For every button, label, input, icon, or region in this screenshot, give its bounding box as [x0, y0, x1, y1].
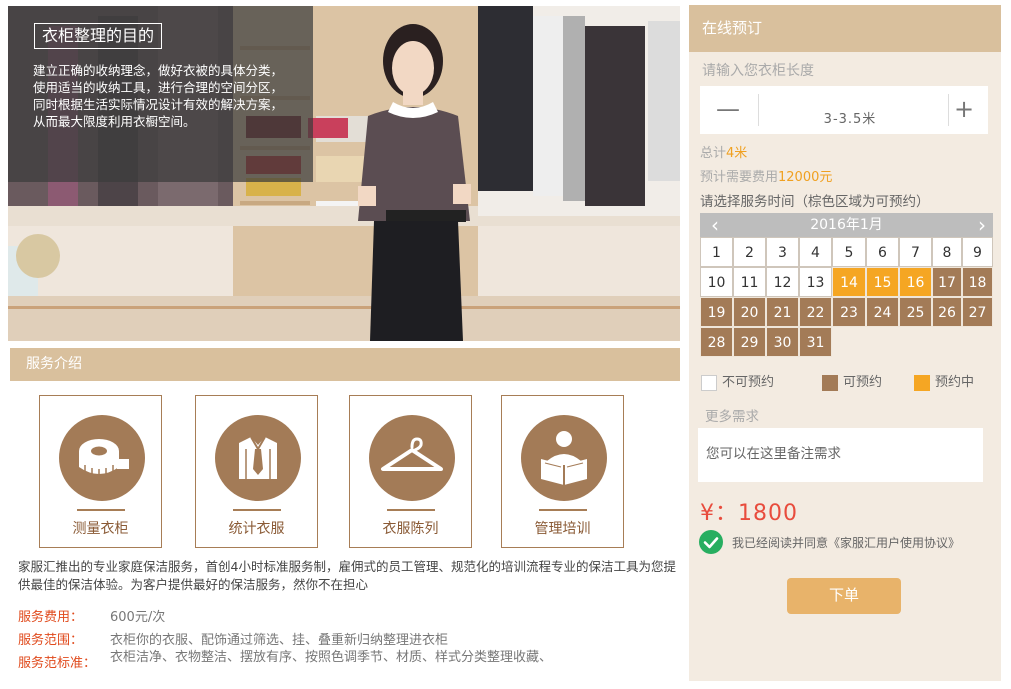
measuring-tape-icon: [59, 415, 145, 501]
calendar-day[interactable]: 3: [766, 237, 799, 267]
calendar-day[interactable]: 22: [799, 297, 832, 327]
service-divider: [387, 509, 435, 511]
legend-swatch-available: [822, 375, 838, 391]
service-standard-label: 服务范标准：: [18, 656, 97, 671]
calendar-month: 2016年1月: [810, 217, 883, 233]
total-price: ¥：1800: [700, 501, 798, 526]
calendar-day[interactable]: 25: [899, 297, 932, 327]
notes-input[interactable]: [698, 428, 983, 482]
calendar-day[interactable]: 24: [866, 297, 899, 327]
calendar-day[interactable]: 4: [799, 237, 832, 267]
total-value: 4米: [726, 146, 748, 161]
calendar-day[interactable]: 13: [799, 267, 832, 297]
hero-title: 衣柜整理的目的: [34, 23, 163, 49]
total-prefix: 总计: [700, 146, 727, 161]
calendar-day[interactable]: 9: [962, 237, 993, 267]
service-label-measure: 测量衣柜: [72, 521, 129, 537]
submit-order-button[interactable]: 下单: [787, 578, 901, 614]
calendar-day[interactable]: 19: [700, 297, 733, 327]
stepper-divider: [758, 94, 759, 126]
calendar-day[interactable]: 1: [700, 237, 733, 267]
calendar-day[interactable]: 2: [733, 237, 766, 267]
estimated-cost: 预计需要费用12000元: [700, 166, 832, 185]
calendar-day[interactable]: 18: [962, 267, 993, 297]
calendar-day[interactable]: 29: [733, 327, 766, 357]
service-scope-value: 衣柜你的衣服、配饰通过筛选、挂、叠重新归纳整理进衣柜: [110, 633, 449, 648]
check-circle-icon[interactable]: [699, 530, 723, 554]
calendar-day[interactable]: 12: [766, 267, 799, 297]
calendar-day[interactable]: 7: [899, 237, 932, 267]
legend-text-unavailable: 不可预约: [722, 375, 775, 390]
hanger-icon: [369, 415, 455, 501]
service-scope-label: 服务范围：: [18, 633, 84, 648]
hero-description: 建立正确的收纳理念，做好衣被的具体分类，使用适当的收纳工具，进行合理的空间分区，…: [33, 63, 284, 129]
calendar-day[interactable]: 17: [932, 267, 962, 297]
service-time-prompt: 请选择服务时间（棕色区域为可预约）: [700, 194, 930, 210]
calendar-day[interactable]: 16: [899, 267, 932, 297]
chevron-right-icon[interactable]: ›: [971, 213, 993, 237]
calendar-day[interactable]: 14: [832, 267, 866, 297]
service-fee-value: 600元/次: [110, 610, 166, 625]
service-standard-value: 衣柜洁净、衣物整洁、摆放有序、按照色调季节、材质、样式分类整理收藏、: [110, 650, 553, 665]
calendar-day[interactable]: 8: [932, 237, 962, 267]
cost-value: 12000元: [778, 170, 833, 185]
service-label-count: 统计衣服: [228, 521, 285, 537]
services-header: 服务介绍: [10, 348, 680, 381]
legend-text-booking: 预约中: [935, 375, 975, 390]
legend-swatch-booking: [914, 375, 930, 391]
cost-prefix: 预计需要费用: [700, 170, 779, 185]
total-length: 总计4米: [700, 142, 747, 161]
calendar-day[interactable]: 30: [766, 327, 799, 357]
calendar-day[interactable]: 27: [962, 297, 993, 327]
calendar-day[interactable]: 6: [866, 237, 899, 267]
agreement-text[interactable]: 我已经阅读并同意《家服汇用户使用协议》: [732, 534, 960, 551]
calendar-day[interactable]: 31: [799, 327, 832, 357]
length-value[interactable]: 3-3.5米: [760, 108, 940, 127]
increase-button[interactable]: +: [940, 86, 988, 134]
calendar-day[interactable]: 26: [932, 297, 962, 327]
length-prompt: 请输入您衣柜长度: [702, 63, 814, 79]
calendar-day[interactable]: 15: [866, 267, 899, 297]
calendar-day[interactable]: 23: [832, 297, 866, 327]
service-card-measure[interactable]: 测量衣柜: [39, 395, 162, 548]
service-divider: [77, 509, 125, 511]
booking-header: 在线预订: [689, 5, 1001, 52]
service-divider: [233, 509, 281, 511]
service-card-training[interactable]: 管理培训: [501, 395, 624, 548]
length-stepper: — 3-3.5米 +: [700, 86, 988, 134]
shirt-tie-icon: [215, 415, 301, 501]
calendar-day[interactable]: 21: [766, 297, 799, 327]
calendar-day[interactable]: 28: [700, 327, 733, 357]
calendar-nav: ‹ 2016年1月 ›: [700, 213, 993, 237]
hero-banner: 衣柜整理的目的 建立正确的收纳理念，做好衣被的具体分类，使用适当的收纳工具，进行…: [8, 6, 680, 341]
legend-text-available: 可预约: [843, 375, 883, 390]
reading-person-icon: [521, 415, 607, 501]
service-description: 家服汇推出的专业家庭保洁服务，首创4小时标准服务制，雇佣式的员工管理、规范化的培…: [18, 559, 676, 592]
service-label-display: 衣服陈列: [382, 521, 439, 537]
calendar-day[interactable]: 10: [700, 267, 733, 297]
more-needs-label: 更多需求: [705, 409, 759, 425]
calendar-day[interactable]: 5: [832, 237, 866, 267]
service-label-training: 管理培训: [534, 521, 591, 537]
legend-swatch-unavailable: [701, 375, 717, 391]
calendar-day[interactable]: 11: [733, 267, 766, 297]
calendar-day[interactable]: 20: [733, 297, 766, 327]
service-fee-label: 服务费用：: [18, 610, 84, 625]
service-card-display[interactable]: 衣服陈列: [349, 395, 472, 548]
booking-panel: 在线预订 请输入您衣柜长度 — 3-3.5米 + 总计4米 预计需要费用1200…: [689, 5, 1001, 681]
service-divider: [539, 509, 587, 511]
decrease-button[interactable]: —: [704, 86, 752, 134]
service-card-count[interactable]: 统计衣服: [195, 395, 318, 548]
